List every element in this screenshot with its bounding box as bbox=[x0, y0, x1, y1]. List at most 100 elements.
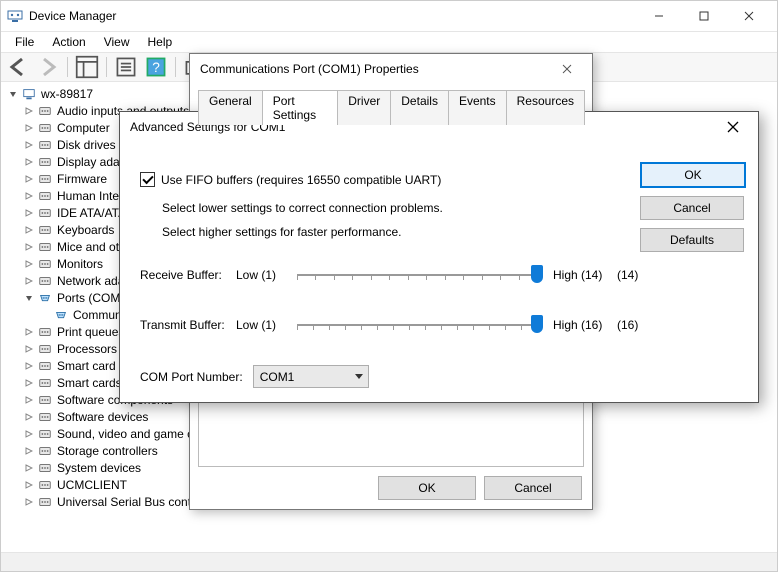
dialog-close-button[interactable] bbox=[552, 57, 582, 81]
expand-icon[interactable] bbox=[23, 462, 35, 474]
show-hide-tree-button[interactable] bbox=[74, 54, 100, 80]
help-button[interactable]: ? bbox=[143, 54, 169, 80]
device-icon bbox=[37, 120, 53, 136]
device-icon bbox=[37, 392, 53, 408]
device-icon bbox=[37, 477, 53, 493]
expand-icon[interactable] bbox=[23, 445, 35, 457]
expand-icon[interactable] bbox=[23, 496, 35, 508]
expand-icon[interactable] bbox=[23, 258, 35, 270]
maximize-button[interactable] bbox=[681, 2, 726, 30]
receive-slider-thumb[interactable] bbox=[531, 265, 543, 283]
device-icon bbox=[37, 222, 53, 238]
receive-low: Low (1) bbox=[236, 268, 291, 282]
device-label: Firmware bbox=[57, 172, 107, 186]
device-icon bbox=[37, 358, 53, 374]
menu-view[interactable]: View bbox=[96, 33, 138, 51]
dialog-tabs: General Port Settings Driver Details Eve… bbox=[190, 84, 592, 125]
device-label: Monitors bbox=[57, 257, 103, 271]
device-icon bbox=[37, 324, 53, 340]
expand-icon[interactable] bbox=[23, 377, 35, 389]
props-ok-button[interactable]: OK bbox=[378, 476, 476, 500]
transmit-slider-thumb[interactable] bbox=[531, 315, 543, 333]
receive-buffer-label: Receive Buffer: bbox=[140, 268, 230, 282]
device-icon bbox=[37, 273, 53, 289]
expand-icon[interactable] bbox=[23, 292, 35, 304]
expand-icon[interactable] bbox=[23, 139, 35, 151]
device-icon bbox=[37, 460, 53, 476]
props-cancel-button[interactable]: Cancel bbox=[484, 476, 582, 500]
menu-file[interactable]: File bbox=[7, 33, 42, 51]
expand-icon[interactable] bbox=[23, 105, 35, 117]
expand-icon[interactable] bbox=[23, 479, 35, 491]
com-port-value: COM1 bbox=[260, 370, 295, 384]
tab-driver[interactable]: Driver bbox=[337, 90, 391, 125]
device-label: Computer bbox=[57, 121, 110, 135]
expand-icon[interactable] bbox=[23, 190, 35, 202]
expand-icon[interactable] bbox=[23, 173, 35, 185]
device-label: System devices bbox=[57, 461, 141, 475]
expand-icon[interactable] bbox=[7, 88, 19, 100]
device-label: UCMCLIENT bbox=[57, 478, 127, 492]
device-label: Smart cards bbox=[57, 376, 122, 390]
titlebar: Device Manager bbox=[1, 1, 777, 32]
device-icon bbox=[37, 409, 53, 425]
device-icon bbox=[37, 426, 53, 442]
app-icon bbox=[7, 8, 23, 24]
forward-button[interactable] bbox=[35, 54, 61, 80]
device-label: Print queues bbox=[57, 325, 124, 339]
expand-icon[interactable] bbox=[23, 275, 35, 287]
window-controls bbox=[636, 2, 771, 30]
menubar: File Action View Help bbox=[1, 32, 777, 52]
transmit-value: (16) bbox=[617, 318, 647, 332]
menu-help[interactable]: Help bbox=[140, 33, 181, 51]
expand-icon[interactable] bbox=[23, 343, 35, 355]
device-label: wx-89817 bbox=[41, 87, 93, 101]
receive-high: High (14) bbox=[553, 268, 611, 282]
expand-icon[interactable] bbox=[23, 394, 35, 406]
checkbox-icon bbox=[140, 172, 155, 187]
tab-general[interactable]: General bbox=[198, 90, 263, 125]
expand-icon[interactable] bbox=[23, 411, 35, 423]
transmit-low: Low (1) bbox=[236, 318, 291, 332]
expand-icon[interactable] bbox=[23, 122, 35, 134]
expand-icon[interactable] bbox=[23, 326, 35, 338]
receive-slider[interactable] bbox=[297, 265, 537, 285]
tab-events[interactable]: Events bbox=[448, 90, 507, 125]
tab-port-settings[interactable]: Port Settings bbox=[262, 90, 339, 125]
expand-icon[interactable] bbox=[23, 207, 35, 219]
tab-details[interactable]: Details bbox=[390, 90, 449, 125]
dialog-title: Communications Port (COM1) Properties bbox=[200, 62, 419, 76]
expand-icon[interactable] bbox=[23, 360, 35, 372]
transmit-buffer-label: Transmit Buffer: bbox=[140, 318, 230, 332]
svg-text:?: ? bbox=[152, 60, 160, 75]
device-icon bbox=[37, 188, 53, 204]
expand-icon[interactable] bbox=[23, 428, 35, 440]
tab-resources[interactable]: Resources bbox=[506, 90, 585, 125]
statusbar bbox=[1, 552, 777, 571]
device-label: Keyboards bbox=[57, 223, 114, 237]
adv-cancel-button[interactable]: Cancel bbox=[640, 196, 744, 220]
close-button[interactable] bbox=[726, 2, 771, 30]
adv-defaults-button[interactable]: Defaults bbox=[640, 228, 744, 252]
expand-icon[interactable] bbox=[23, 156, 35, 168]
com-port-combobox[interactable]: COM1 bbox=[253, 365, 369, 388]
menu-action[interactable]: Action bbox=[44, 33, 93, 51]
device-icon bbox=[37, 171, 53, 187]
expand-icon[interactable] bbox=[23, 224, 35, 236]
transmit-slider[interactable] bbox=[297, 315, 537, 335]
device-icon bbox=[37, 341, 53, 357]
expand-icon[interactable] bbox=[23, 241, 35, 253]
device-icon bbox=[37, 290, 53, 306]
receive-value: (14) bbox=[617, 268, 647, 282]
advanced-settings-dialog: Advanced Settings for COM1 Use FIFO buff… bbox=[119, 111, 759, 403]
minimize-button[interactable] bbox=[636, 2, 681, 30]
back-button[interactable] bbox=[5, 54, 31, 80]
device-icon bbox=[37, 239, 53, 255]
device-icon bbox=[37, 137, 53, 153]
adv-close-button[interactable] bbox=[718, 115, 748, 139]
fifo-checkbox[interactable]: Use FIFO buffers (requires 16550 compati… bbox=[140, 172, 648, 187]
expand-icon[interactable] bbox=[39, 309, 51, 321]
adv-ok-button[interactable]: OK bbox=[640, 162, 746, 188]
device-manager-window: Device Manager File Action View Help ? w… bbox=[0, 0, 778, 572]
properties-button[interactable] bbox=[113, 54, 139, 80]
